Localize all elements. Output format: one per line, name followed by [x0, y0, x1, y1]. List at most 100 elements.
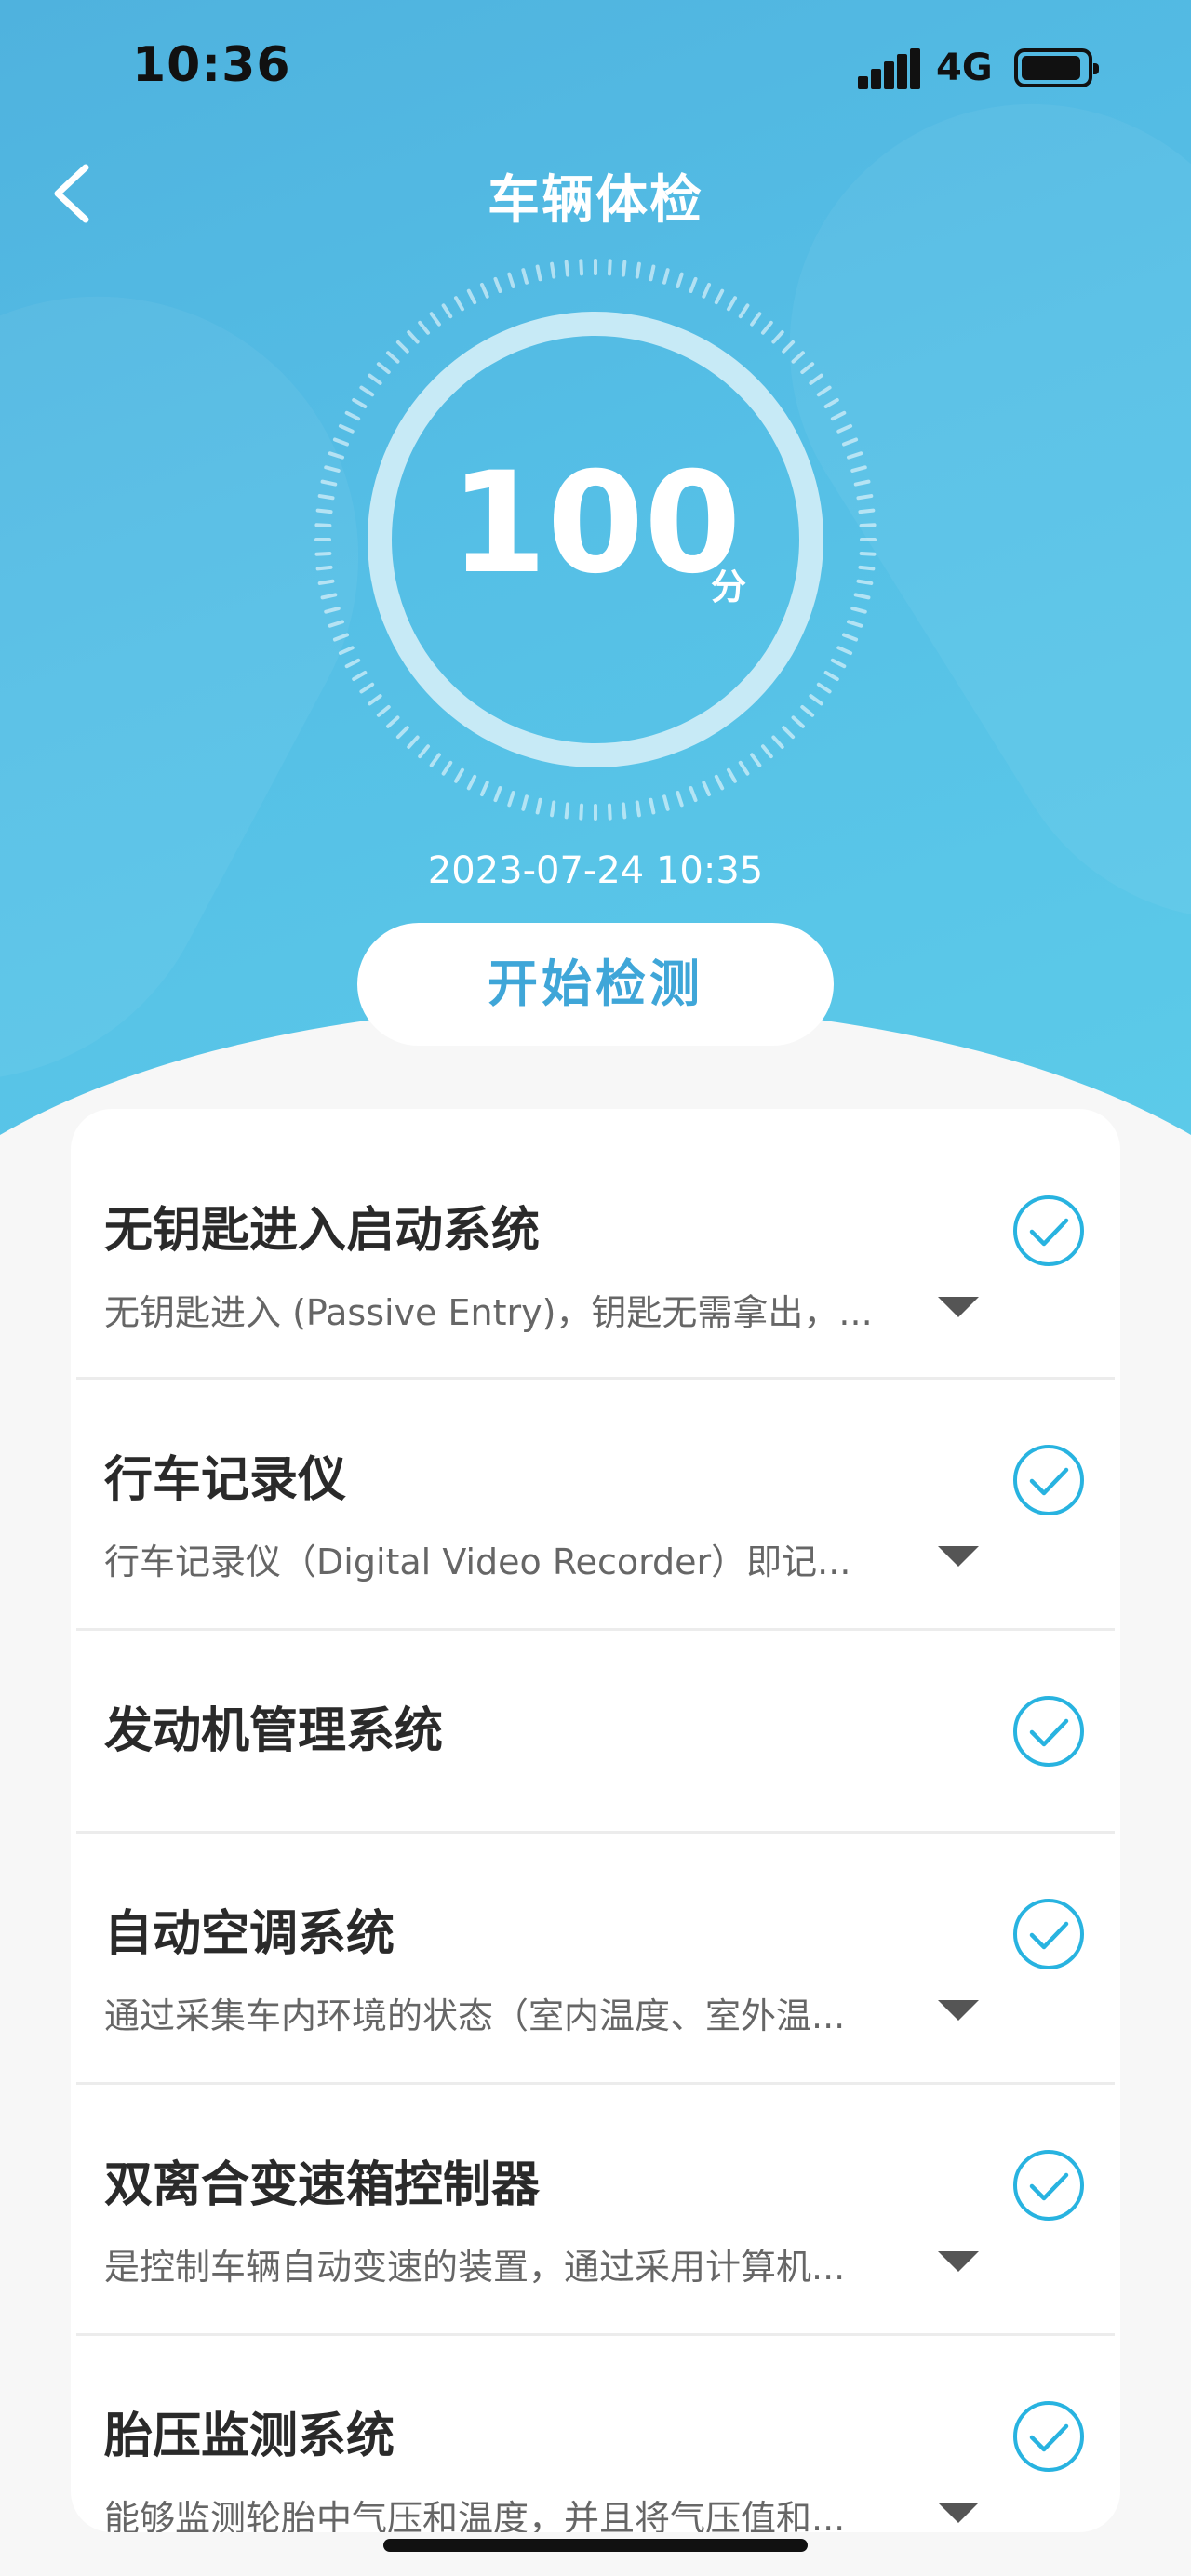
gauge-tick — [359, 385, 375, 397]
gauge-tick — [441, 303, 453, 319]
home-indicator — [383, 2539, 808, 2552]
list-item[interactable]: 双离合变速箱控制器 是控制车辆自动变速的装置，通过采用计算机... — [71, 2084, 1120, 2333]
gauge-tick — [836, 646, 853, 656]
list-item[interactable]: 无钥匙进入启动系统 无钥匙进入 (Passive Entry)，钥匙无需拿出，.… — [71, 1109, 1120, 1362]
gauge-tick — [836, 423, 853, 434]
list-item[interactable]: 自动空调系统 通过采集车内环境的状态（室内温度、室外温... — [71, 1833, 1120, 2082]
gauge-tick — [621, 260, 627, 277]
caret-down-icon[interactable] — [938, 2503, 979, 2523]
gauge-tick — [635, 261, 641, 279]
gauge-tick — [847, 620, 863, 628]
gauge-tick — [466, 288, 477, 305]
network-type: 4G — [936, 47, 993, 89]
gauge-tick — [823, 671, 839, 681]
gauge-tick — [352, 398, 368, 408]
gauge-tick — [714, 774, 725, 791]
gauge-tick — [376, 362, 391, 375]
gauge-tick — [816, 682, 832, 694]
gauge-tick — [809, 373, 823, 385]
gauge-tick — [791, 351, 805, 364]
gauge-tick — [332, 437, 349, 447]
gauge-tick — [771, 330, 784, 344]
gauge-tick — [607, 803, 612, 821]
gauge-tick — [550, 261, 556, 279]
gauge-tick — [607, 259, 612, 276]
gauge-tick — [816, 385, 832, 397]
gauge-tick — [564, 260, 570, 277]
page-title: 车辆体检 — [488, 170, 703, 231]
gauge-tick — [800, 704, 815, 717]
gauge-tick — [760, 744, 773, 759]
gauge-tick — [429, 753, 441, 767]
list-item[interactable]: 行车记录仪 行车记录仪（Digital Video Recorder）即记... — [71, 1379, 1120, 1628]
gauge-tick — [727, 296, 737, 312]
gauge-tick — [368, 373, 382, 385]
gauge-tick — [676, 272, 684, 288]
gauge-tick — [320, 593, 338, 600]
gauge-tick — [521, 794, 529, 811]
gauge-tick — [344, 658, 361, 669]
gauge-tick — [359, 682, 375, 694]
gauge-tick — [727, 767, 737, 783]
status-bar: 10:36 4G — [0, 0, 1191, 140]
gauge-tick — [507, 272, 515, 288]
caret-down-icon[interactable] — [938, 2000, 979, 2021]
list-item[interactable]: 胎压监测系统 能够监测轮胎中气压和温度，并且将气压值和... — [71, 2335, 1120, 2532]
item-title: 自动空调系统 — [104, 1906, 395, 1962]
gauge-tick — [407, 735, 420, 749]
gauge-tick — [823, 398, 839, 408]
gauge-tick — [535, 264, 542, 282]
gauge-tick — [809, 694, 823, 706]
score-value: 100 — [449, 443, 742, 605]
caret-down-icon[interactable] — [938, 1297, 979, 1317]
gauge-tick — [454, 296, 464, 312]
gauge-tick — [338, 646, 355, 656]
caret-down-icon[interactable] — [938, 2251, 979, 2272]
gauge-tick — [344, 410, 361, 421]
list-item[interactable]: 发动机管理系统 — [71, 1630, 1120, 1831]
caret-down-icon[interactable] — [938, 1546, 979, 1567]
gauge-tick — [386, 351, 400, 364]
item-title: 发动机管理系统 — [104, 1703, 444, 1759]
gauge-tick — [550, 800, 556, 818]
gauge-tick — [850, 607, 867, 614]
check-circle-icon — [1013, 1445, 1084, 1515]
gauge-tick — [338, 423, 355, 434]
gauge-tick — [493, 276, 502, 293]
gauge-tick — [689, 276, 698, 293]
gauge-tick — [702, 781, 712, 797]
gauge-tick — [521, 268, 529, 285]
gauge-tick — [738, 760, 750, 776]
gauge-tick — [479, 781, 489, 797]
gauge-tick — [479, 282, 489, 299]
gauge-tick — [842, 633, 859, 642]
gauge-tick — [535, 797, 542, 815]
item-desc: 行车记录仪（Digital Video Recorder）即记... — [104, 1542, 851, 1582]
gauge-tick — [621, 802, 627, 820]
gauge-tick — [324, 607, 341, 614]
gauge-tick — [782, 726, 796, 740]
gauge-tick — [441, 760, 453, 776]
start-check-button[interactable]: 开始检测 — [357, 923, 834, 1046]
signal-icon — [858, 48, 920, 89]
gauge-tick — [332, 633, 349, 642]
gauge-tick — [564, 802, 570, 820]
item-desc: 无钥匙进入 (Passive Entry)，钥匙无需拿出，... — [104, 1292, 873, 1333]
check-timestamp: 2023-07-24 10:35 — [427, 849, 764, 892]
gauge-tick — [782, 340, 796, 354]
gauge-tick — [352, 671, 368, 681]
item-title: 行车记录仪 — [104, 1452, 347, 1508]
gauge-tick — [395, 340, 409, 354]
gauge-tick — [738, 303, 750, 319]
gauge-tick — [635, 800, 641, 818]
gauge-tick — [368, 694, 382, 706]
gauge-tick — [662, 268, 670, 285]
item-title: 无钥匙进入启动系统 — [104, 1203, 541, 1259]
gauge-tick — [579, 259, 584, 276]
item-desc: 通过采集车内环境的状态（室内温度、室外温... — [104, 1995, 846, 2036]
score-unit: 分 — [711, 567, 747, 607]
item-desc: 是控制车辆自动变速的装置，通过采用计算机... — [104, 2247, 846, 2288]
gauge-tick — [395, 726, 409, 740]
gauge-tick — [407, 330, 420, 344]
gauge-tick — [466, 774, 477, 791]
